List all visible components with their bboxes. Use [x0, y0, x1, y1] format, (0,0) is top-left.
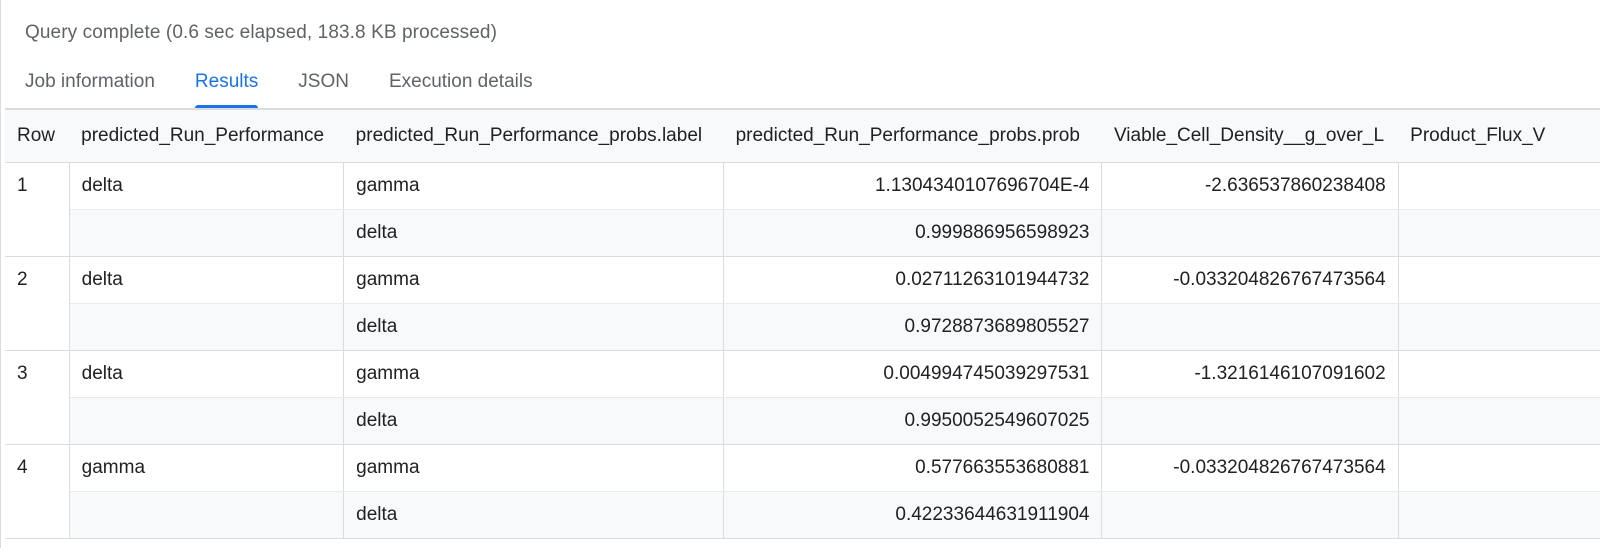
probs-label: gamma — [343, 256, 725, 304]
probs-prob: 0.999886956598923 — [723, 209, 1103, 257]
viable-cell-density-empty — [1101, 209, 1399, 257]
product-flux-value — [1398, 350, 1600, 398]
predicted-value: delta — [69, 350, 345, 398]
predicted-value-empty — [69, 397, 345, 445]
results-tabs: Job information Results JSON Execution d… — [25, 60, 533, 108]
table-row: delta 0.9728873689805527 — [5, 303, 1600, 351]
row-number: 4 — [5, 444, 70, 539]
product-flux-empty — [1398, 397, 1600, 445]
column-header-product-flux: Product_Flux_V — [1398, 110, 1600, 163]
viable-cell-density-value: -1.3216146107091602 — [1101, 350, 1399, 398]
query-status-text: Query complete (0.6 sec elapsed, 183.8 K… — [25, 22, 498, 43]
product-flux-empty — [1398, 209, 1600, 257]
probs-prob: 0.9950052549607025 — [723, 397, 1103, 445]
product-flux-empty — [1398, 303, 1600, 351]
table-row: 2 delta gamma 0.02711263101944732 -0.033… — [5, 256, 1600, 351]
probs-label: gamma — [343, 162, 725, 210]
viable-cell-density-value: -2.636537860238408 — [1101, 162, 1399, 210]
predicted-value: delta — [69, 162, 345, 210]
table-row: delta 0.42233644631911904 — [5, 491, 1600, 539]
probs-label: delta — [343, 397, 725, 445]
probs-prob: 0.004994745039297531 — [723, 350, 1103, 398]
viable-cell-density-empty — [1101, 397, 1399, 445]
probs-prob: 0.42233644631911904 — [723, 491, 1103, 539]
predicted-value-empty — [69, 491, 345, 539]
table-header-row: Row predicted_Run_Performance predicted_… — [5, 110, 1600, 163]
probs-label: gamma — [343, 444, 725, 492]
probs-label: delta — [343, 209, 725, 257]
tab-execution-details[interactable]: Execution details — [389, 60, 533, 108]
table-row: 1 delta gamma 1.1304340107696704E-4 -2.6… — [5, 162, 1600, 257]
product-flux-value — [1398, 162, 1600, 210]
predicted-value-empty — [69, 209, 345, 257]
viable-cell-density-value: -0.033204826767473564 — [1101, 256, 1399, 304]
column-header-viable-cell-density: Viable_Cell_Density__g_over_L — [1101, 110, 1399, 163]
column-header-row: Row — [5, 110, 70, 163]
column-header-probs-prob: predicted_Run_Performance_probs.prob — [723, 110, 1102, 163]
row-number: 2 — [5, 256, 70, 351]
tab-job-information[interactable]: Job information — [25, 60, 155, 108]
predicted-value-empty — [69, 303, 345, 351]
table-row: 4 gamma gamma 0.577663553680881 -0.03320… — [5, 444, 1600, 539]
table-row: 3 delta gamma 0.004994745039297531 -1.32… — [5, 350, 1600, 445]
row-number: 3 — [5, 350, 70, 445]
probs-prob: 0.577663553680881 — [723, 444, 1103, 492]
query-results-panel: Query complete (0.6 sec elapsed, 183.8 K… — [0, 0, 1600, 548]
probs-prob: 0.9728873689805527 — [723, 303, 1103, 351]
probs-prob: 0.02711263101944732 — [723, 256, 1103, 304]
probs-label: delta — [343, 491, 725, 539]
predicted-value: delta — [69, 256, 345, 304]
predicted-value: gamma — [69, 444, 345, 492]
product-flux-value — [1398, 444, 1600, 492]
column-header-probs-label: predicted_Run_Performance_probs.label — [343, 110, 724, 163]
viable-cell-density-value: -0.033204826767473564 — [1101, 444, 1399, 492]
viable-cell-density-empty — [1101, 303, 1399, 351]
probs-label: delta — [343, 303, 725, 351]
tab-results[interactable]: Results — [194, 60, 259, 108]
row-number: 1 — [5, 162, 70, 257]
viable-cell-density-empty — [1101, 491, 1399, 539]
tab-json[interactable]: JSON — [298, 60, 349, 108]
probs-label: gamma — [343, 350, 725, 398]
table-row: delta 0.9950052549607025 — [5, 397, 1600, 445]
table-row: delta 0.999886956598923 — [5, 209, 1600, 257]
results-table: Row predicted_Run_Performance predicted_… — [5, 110, 1600, 539]
product-flux-value — [1398, 256, 1600, 304]
column-header-predicted: predicted_Run_Performance — [69, 110, 344, 163]
probs-prob: 1.1304340107696704E-4 — [723, 162, 1103, 210]
product-flux-empty — [1398, 491, 1600, 539]
results-table-container[interactable]: Row predicted_Run_Performance predicted_… — [5, 108, 1600, 548]
